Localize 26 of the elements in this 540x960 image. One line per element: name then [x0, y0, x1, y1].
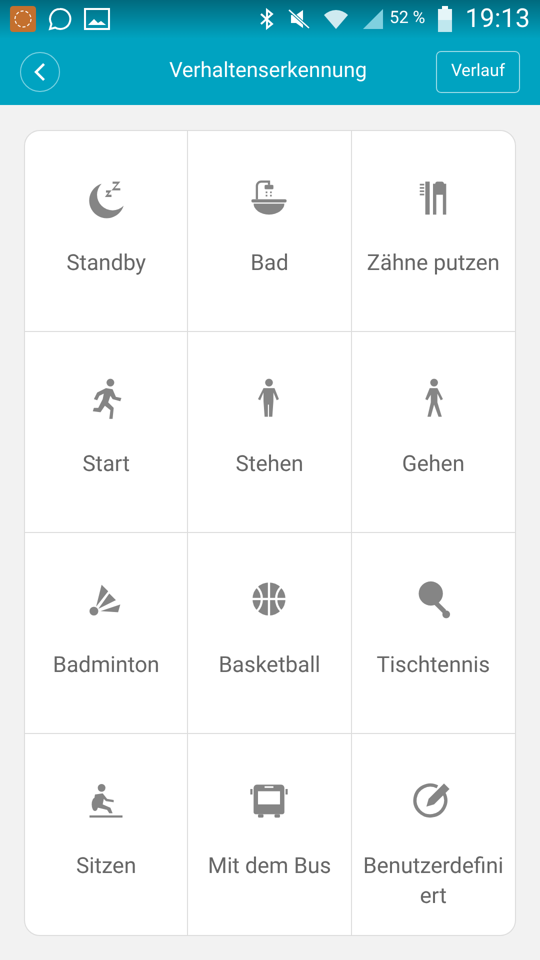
activity-tile[interactable]: Start: [25, 332, 188, 533]
muted-speaker-icon: [287, 8, 312, 30]
activity-tile[interactable]: Bad: [188, 131, 352, 332]
signal-icon: [361, 7, 386, 31]
activity-tile[interactable]: Basketball: [188, 533, 352, 734]
activity-tile[interactable]: Sitzen: [25, 734, 188, 935]
battery-icon: [437, 6, 454, 32]
activity-tile[interactable]: Stehen: [188, 332, 352, 533]
back-icon: [34, 62, 46, 82]
chat-bubble-icon: [48, 7, 72, 31]
activity-tile[interactable]: Badminton: [25, 533, 188, 734]
clock-time: 19:13: [465, 2, 530, 36]
app-icon: [10, 6, 36, 32]
battery-percentage: 52 %: [389, 7, 426, 30]
image-icon: [84, 8, 110, 30]
history-button[interactable]: Verlauf: [436, 50, 520, 92]
bluetooth-icon: [259, 8, 276, 30]
activity-tile[interactable]: Standby: [25, 131, 188, 332]
page-title: Verhaltenserkennung: [168, 58, 368, 85]
activity-tile[interactable]: Benutzerdefiniert: [352, 734, 515, 935]
activity-tile[interactable]: Gehen: [352, 332, 515, 533]
activity-tile[interactable]: Tischtennis: [352, 533, 515, 734]
activity-tile[interactable]: Zähne putzen: [352, 131, 515, 332]
activity-tile[interactable]: Mit dem Bus: [188, 734, 352, 935]
back-button[interactable]: [20, 52, 60, 92]
wifi-icon: [323, 7, 350, 31]
